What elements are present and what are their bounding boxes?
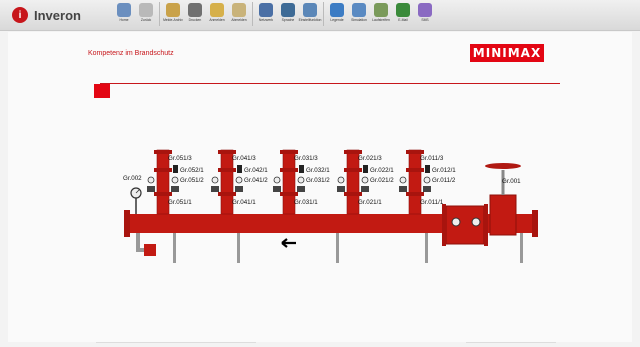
riser-group[interactable]: Gr.021/3 Gr.022/1 Gr.021/2 Gr.021/1 bbox=[337, 149, 394, 215]
gauge-icon[interactable] bbox=[171, 176, 179, 184]
label-group-bottom: Gr.011/1 bbox=[420, 199, 444, 206]
label-group-mid-right: Gr.032/1 bbox=[306, 167, 330, 174]
sprinkler-plant-diagram: Gr.051/3 Gr.052/1 Gr.051/2 Gr.051/1 Gr.041/3… bbox=[123, 149, 538, 263]
riser-mid-flange bbox=[154, 168, 172, 172]
gauge-icon[interactable] bbox=[297, 176, 305, 184]
gauge-icon[interactable] bbox=[211, 176, 219, 184]
gauge-icon[interactable] bbox=[235, 176, 243, 184]
pressure-switch-icon[interactable] bbox=[299, 165, 304, 173]
label-group-top: Gr.031/3 bbox=[294, 155, 318, 162]
label-gr002: Gr.002 bbox=[123, 175, 142, 182]
riser-low-flange bbox=[280, 192, 298, 196]
label-group-mid: Gr.041/2 bbox=[244, 177, 268, 184]
label-group-mid-right: Gr.012/1 bbox=[432, 167, 456, 174]
test-valve-icon[interactable] bbox=[235, 186, 243, 192]
riser-group[interactable]: Gr.041/3 Gr.042/1 Gr.041/2 Gr.041/1 bbox=[211, 149, 268, 215]
drain-valve-icon[interactable] bbox=[273, 186, 281, 192]
label-group-bottom: Gr.021/1 bbox=[358, 199, 382, 206]
main-valve-gr001[interactable] bbox=[442, 163, 521, 246]
riser-low-flange bbox=[406, 192, 424, 196]
riser-top-flange bbox=[406, 150, 424, 154]
riser-groups: Gr.051/3 Gr.052/1 Gr.051/2 Gr.051/1 Gr.041/3… bbox=[147, 149, 456, 215]
drain-valve-icon[interactable] bbox=[147, 186, 155, 192]
gauge-icon[interactable] bbox=[147, 176, 155, 184]
label-group-mid: Gr.011/2 bbox=[432, 177, 456, 184]
riser-mid-flange bbox=[218, 168, 236, 172]
pressure-switch-icon[interactable] bbox=[425, 165, 430, 173]
bottom-line-right bbox=[466, 342, 556, 343]
label-group-bottom: Gr.041/1 bbox=[232, 199, 256, 206]
pressure-switch-icon[interactable] bbox=[173, 165, 178, 173]
riser-top-flange bbox=[344, 150, 362, 154]
label-group-top: Gr.021/3 bbox=[358, 155, 382, 162]
label-group-mid: Gr.031/2 bbox=[306, 177, 330, 184]
riser-low-flange bbox=[344, 192, 362, 196]
drain-valve-icon[interactable] bbox=[144, 244, 156, 256]
riser-top-flange bbox=[154, 150, 172, 154]
label-group-mid-right: Gr.042/1 bbox=[244, 167, 268, 174]
test-valve-icon[interactable] bbox=[297, 186, 305, 192]
riser-group[interactable]: Gr.051/3 Gr.052/1 Gr.051/2 Gr.051/1 bbox=[147, 149, 204, 215]
pressure-switch-icon[interactable] bbox=[237, 165, 242, 173]
drain-valve-icon[interactable] bbox=[211, 186, 219, 192]
riser-low-flange bbox=[154, 192, 172, 196]
riser-low-flange bbox=[218, 192, 236, 196]
main-pipe-right-flange bbox=[532, 210, 538, 237]
test-valve-icon[interactable] bbox=[171, 186, 179, 192]
riser-top-flange bbox=[280, 150, 298, 154]
bottom-line-left bbox=[96, 342, 256, 343]
label-group-mid-right: Gr.022/1 bbox=[370, 167, 394, 174]
drain-valve-icon[interactable] bbox=[399, 186, 407, 192]
riser-mid-flange bbox=[406, 168, 424, 172]
gauge-icon[interactable] bbox=[423, 176, 431, 184]
label-group-bottom: Gr.051/1 bbox=[168, 199, 192, 206]
gauge-icon[interactable] bbox=[337, 176, 345, 184]
flow-direction-arrow-icon bbox=[281, 238, 296, 248]
label-gr001: Gr.001 bbox=[502, 178, 521, 185]
riser-mid-flange bbox=[280, 168, 298, 172]
gauge-icon[interactable] bbox=[273, 176, 281, 184]
test-valve-icon[interactable] bbox=[361, 186, 369, 192]
riser-group[interactable]: Gr.011/3 Gr.012/1 Gr.011/2 Gr.011/1 bbox=[399, 149, 456, 215]
riser-mid-flange bbox=[344, 168, 362, 172]
label-group-mid: Gr.051/2 bbox=[180, 177, 204, 184]
label-group-top: Gr.041/3 bbox=[232, 155, 256, 162]
gauge-icon[interactable] bbox=[361, 176, 369, 184]
label-group-top: Gr.011/3 bbox=[420, 155, 444, 162]
label-group-mid-right: Gr.052/1 bbox=[180, 167, 204, 174]
drain-valve-icon[interactable] bbox=[337, 186, 345, 192]
test-valve-icon[interactable] bbox=[423, 186, 431, 192]
riser-top-flange bbox=[218, 150, 236, 154]
pressure-switch-icon[interactable] bbox=[363, 165, 368, 173]
main-pipe-left-flange bbox=[124, 210, 130, 237]
label-group-mid: Gr.021/2 bbox=[370, 177, 394, 184]
gauge-icon[interactable] bbox=[399, 176, 407, 184]
label-group-bottom: Gr.031/1 bbox=[294, 199, 318, 206]
label-group-top: Gr.051/3 bbox=[168, 155, 192, 162]
riser-group[interactable]: Gr.031/3 Gr.032/1 Gr.031/2 Gr.031/1 bbox=[273, 149, 330, 215]
